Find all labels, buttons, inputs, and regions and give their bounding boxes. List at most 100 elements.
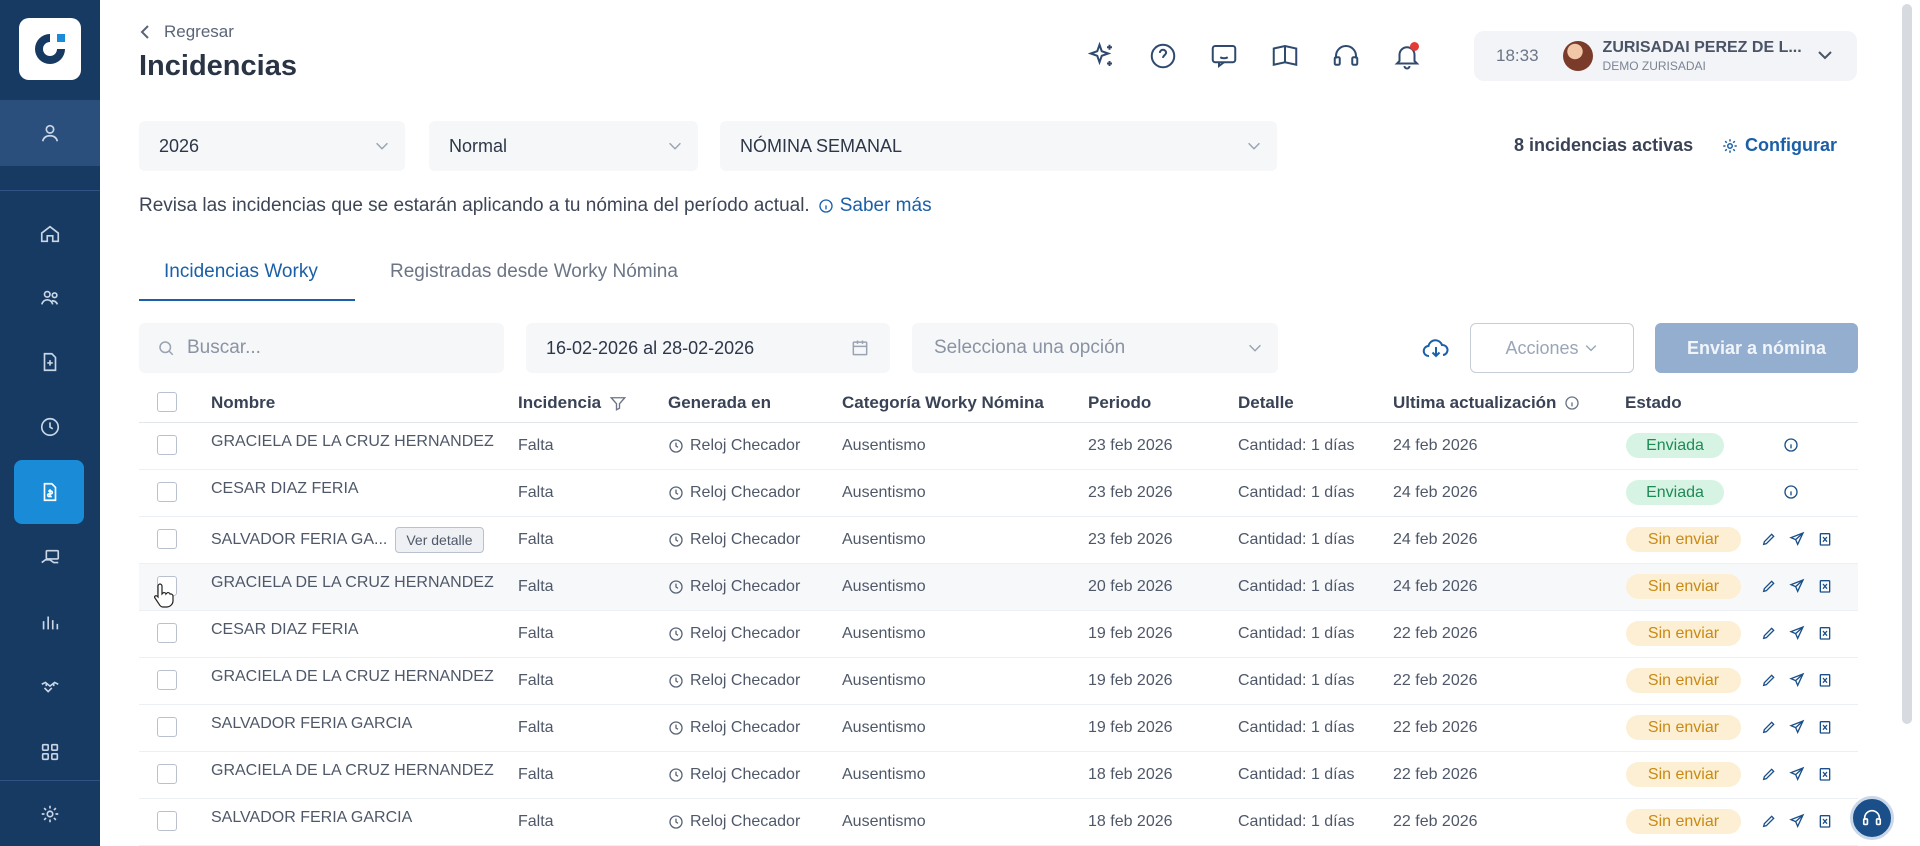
row-info-button[interactable] [1783,484,1799,505]
column-header-source[interactable]: Generada en [668,393,771,413]
floating-support-button[interactable] [1850,796,1894,840]
pencil-icon [1762,768,1775,781]
row-checkbox[interactable] [157,623,177,643]
edit-button[interactable] [1761,766,1777,787]
send-icon [1789,813,1805,828]
user-menu[interactable]: 18:33 ZURISADAI PEREZ DE L... DEMO ZURIS… [1474,31,1857,81]
send-button[interactable] [1789,578,1805,599]
table-row[interactable]: SALVADOR FERIA GARCIA Falta Reloj Checador… [139,799,1858,846]
column-header-updated[interactable]: Ultima actualización [1393,393,1580,413]
view-detail-button[interactable]: Ver detalle [395,527,484,553]
guide-button[interactable] [1267,38,1303,74]
table-row[interactable]: CESAR DIAZ FERIA Falta Reloj Checador Ausen… [139,611,1858,658]
row-checkbox[interactable] [157,811,177,831]
send-button[interactable] [1789,719,1805,740]
edit-button[interactable] [1761,672,1777,693]
search-input[interactable] [187,337,487,359]
cell-detail: Cantidad: 1 días [1238,625,1355,642]
edit-button[interactable] [1761,625,1777,646]
delete-button[interactable] [1817,766,1833,787]
year-select[interactable]: 2026 [139,121,405,171]
delete-button[interactable] [1817,813,1833,834]
table-row[interactable]: SALVADOR FERIA GARCIA Falta Reloj Checador… [139,705,1858,752]
send-icon [1789,719,1805,734]
sidebar-item-loans[interactable] [0,526,100,590]
send-button[interactable] [1789,766,1805,787]
column-header-detail[interactable]: Detalle [1238,393,1294,413]
actions-dropdown[interactable]: Acciones [1470,323,1634,373]
sidebar-item-people[interactable] [0,266,100,330]
app-logo[interactable] [19,18,81,80]
send-button[interactable] [1789,813,1805,834]
table-row[interactable]: GRACIELA DE LA CRUZ HERNANDEZ Falta Reloj … [139,564,1858,611]
delete-button[interactable] [1817,531,1833,552]
sparkle-icon [1087,41,1112,66]
edit-button[interactable] [1761,531,1777,552]
send-button[interactable] [1789,625,1805,646]
column-header-period[interactable]: Periodo [1088,393,1151,413]
row-info-button[interactable] [1783,437,1799,458]
row-checkbox[interactable] [157,717,177,737]
edit-button[interactable] [1761,578,1777,599]
status-badge: Enviada [1626,480,1724,505]
learn-more-link[interactable]: Saber más [818,195,932,217]
tab-incidencias-worky[interactable]: Incidencias Worky [164,261,318,283]
type-select[interactable]: Normal [429,121,698,171]
table-row[interactable]: SALVADOR FERIA GA... Ver detalle Falta Relo… [139,517,1858,564]
sidebar-item-benefits[interactable] [0,655,100,719]
column-header-status[interactable]: Estado [1625,393,1682,413]
send-icon [1789,531,1805,546]
payroll-select[interactable]: NÓMINA SEMANAL [720,121,1277,171]
date-range-picker[interactable]: 16-02-2026 al 28-02-2026 [526,323,890,373]
user-company: DEMO ZURISADAI [1602,59,1706,73]
source-label: Reloj Checador [690,484,801,501]
delete-button[interactable] [1817,625,1833,646]
sidebar-item-time[interactable] [0,395,100,459]
row-checkbox[interactable] [157,670,177,690]
sidebar-item-apps[interactable] [0,720,100,784]
delete-button[interactable] [1817,578,1833,599]
type-value: Normal [449,135,508,156]
sidebar-item-settings[interactable] [0,782,100,846]
send-button[interactable] [1789,531,1805,552]
sidebar-item-profile[interactable] [0,100,100,166]
page-scrollbar[interactable] [1902,4,1912,724]
tab-registradas-nomina[interactable]: Registradas desde Worky Nómina [390,261,678,283]
table-row[interactable]: GRACIELA DE LA CRUZ HERNANDEZ Falta Reloj … [139,658,1858,705]
table-row[interactable]: GRACIELA DE LA CRUZ HERNANDEZ Falta Reloj … [139,752,1858,799]
cell-period: 23 feb 2026 [1088,484,1173,501]
sidebar-item-payroll[interactable] [0,460,100,524]
row-checkbox[interactable] [157,482,177,502]
table-row[interactable]: GRACIELA DE LA CRUZ HERNANDEZ Falta Reloj … [139,423,1858,470]
configure-link[interactable]: Configurar [1721,135,1837,156]
sidebar-item-documents[interactable] [0,330,100,394]
delete-button[interactable] [1817,672,1833,693]
delete-button[interactable] [1817,719,1833,740]
employee-name: GRACIELA DE LA CRUZ HERNANDEZ [211,668,494,685]
table-row[interactable]: CESAR DIAZ FERIA Falta Reloj Checador Ausen… [139,470,1858,517]
category-select[interactable]: Selecciona una opción [912,323,1278,373]
edit-button[interactable] [1761,813,1777,834]
column-header-category[interactable]: Categoría Worky Nómina [842,393,1044,413]
download-button[interactable] [1422,336,1450,367]
send-to-payroll-button[interactable]: Enviar a nómina [1655,323,1858,373]
column-header-incidence[interactable]: Incidencia [518,393,627,413]
sidebar-item-home[interactable] [0,202,100,266]
row-checkbox[interactable] [157,764,177,784]
column-header-name[interactable]: Nombre [211,393,275,413]
notifications-button[interactable] [1389,38,1425,74]
support-button[interactable] [1328,38,1364,74]
ai-button[interactable] [1084,38,1120,74]
row-checkbox[interactable] [157,435,177,455]
sidebar-item-reports[interactable] [0,590,100,654]
feedback-button[interactable] [1206,38,1242,74]
edit-button[interactable] [1761,719,1777,740]
row-checkbox[interactable] [157,529,177,549]
help-button[interactable] [1145,38,1181,74]
cell-period: 18 feb 2026 [1088,813,1173,830]
back-link[interactable]: Regresar [140,22,234,42]
select-all-checkbox[interactable] [157,392,177,412]
send-button[interactable] [1789,672,1805,693]
send-icon [1789,625,1805,640]
search-box[interactable] [139,323,504,373]
